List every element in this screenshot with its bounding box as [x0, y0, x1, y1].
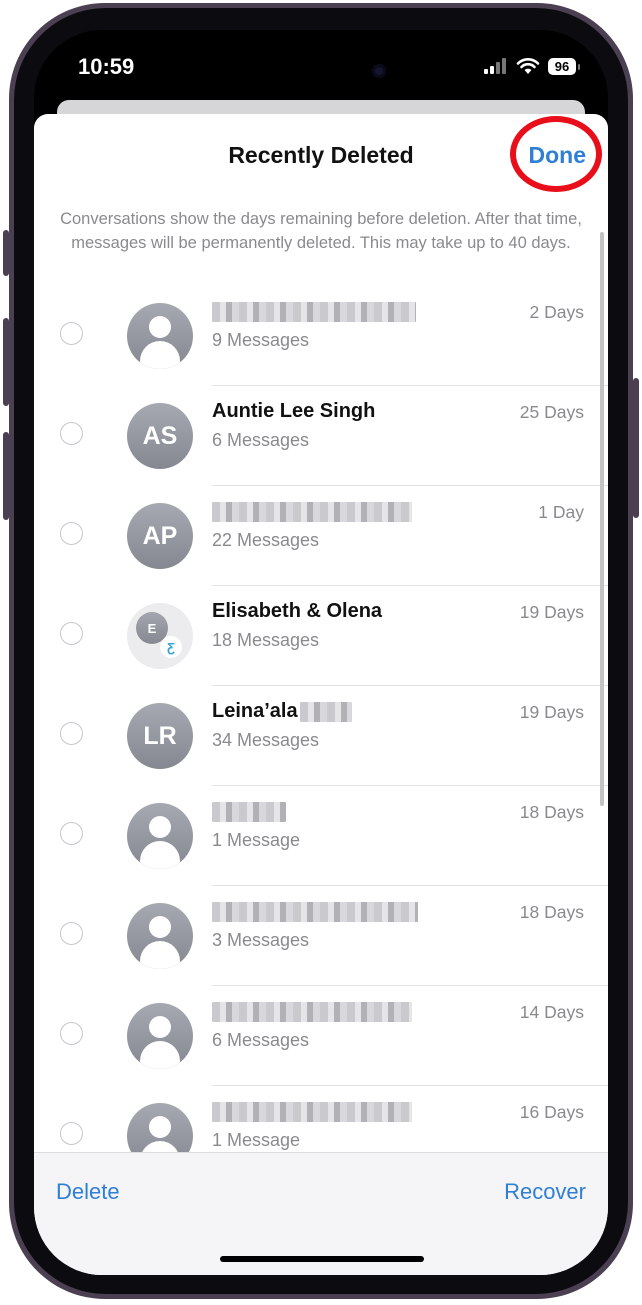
conversation-name	[212, 1000, 412, 1023]
message-count: 1 Message	[212, 830, 301, 850]
message-count: 6 Messages	[212, 430, 310, 450]
message-count: 6 Messages	[212, 1030, 310, 1050]
select-radio[interactable]	[60, 922, 83, 945]
days-remaining: 19 Days	[519, 702, 584, 722]
avatar	[127, 803, 193, 869]
person-icon-body	[140, 941, 180, 969]
bottom-toolbar: Delete Recover	[34, 1152, 608, 1275]
camera-icon	[372, 64, 386, 78]
person-icon	[149, 1016, 171, 1038]
conversation-row[interactable]: 3 Messages 18 Days	[34, 886, 608, 986]
status-indicators: 96	[484, 56, 580, 76]
person-icon-body	[140, 841, 180, 869]
days-remaining: 19 Days	[519, 602, 584, 622]
recently-deleted-sheet: Recently Deleted Done Conversations show…	[34, 114, 608, 1275]
select-radio[interactable]	[60, 422, 83, 445]
avatar	[127, 1003, 193, 1069]
person-icon	[149, 1116, 171, 1138]
message-count: 34 Messages	[212, 730, 320, 750]
select-radio[interactable]	[60, 1122, 83, 1145]
recover-button[interactable]: Recover	[504, 1179, 586, 1205]
days-remaining: 18 Days	[519, 902, 584, 922]
name-visible-part: Leina’ala	[212, 700, 298, 722]
days-remaining: 1 Day	[538, 502, 584, 522]
conversation-row[interactable]: AS Auntie Lee Singh 6 Messages 25 Days	[34, 386, 608, 486]
days-remaining: 25 Days	[519, 402, 584, 422]
person-icon-body	[140, 341, 180, 369]
days-remaining: 16 Days	[519, 1102, 584, 1122]
wifi-icon	[516, 58, 540, 74]
blurred-name	[212, 1101, 412, 1122]
conversation-row[interactable]: 9 Messages 2 Days	[34, 286, 608, 386]
battery-indicator: 96	[548, 57, 580, 75]
avatar: AS	[127, 403, 193, 469]
person-icon	[149, 916, 171, 938]
days-remaining: 14 Days	[519, 1002, 584, 1022]
select-radio[interactable]	[60, 322, 83, 345]
conversation-name	[212, 300, 416, 323]
phone-screen: 10:59 96 Recently Deleted Done Conversat…	[34, 30, 608, 1275]
person-icon-body	[140, 1041, 180, 1069]
conversation-list: 9 Messages 2 Days AS Auntie Lee Singh 6 …	[34, 286, 608, 1186]
message-count: 18 Messages	[212, 630, 320, 650]
home-indicator[interactable]	[220, 1256, 424, 1262]
conversation-row[interactable]: 1 Message 18 Days	[34, 786, 608, 886]
avatar: AP	[127, 503, 193, 569]
select-radio[interactable]	[60, 622, 83, 645]
message-count: 1 Message	[212, 1130, 301, 1150]
avatar: LR	[127, 703, 193, 769]
blurred-name	[212, 1001, 412, 1022]
delete-button[interactable]: Delete	[56, 1179, 120, 1205]
select-radio[interactable]	[60, 522, 83, 545]
blurred-name	[212, 801, 286, 822]
select-radio[interactable]	[60, 722, 83, 745]
days-remaining: 18 Days	[519, 802, 584, 822]
info-text: Conversations show the days remaining be…	[60, 210, 582, 252]
done-button[interactable]: Done	[529, 142, 587, 169]
status-time: 10:59	[78, 54, 135, 79]
conversation-row[interactable]: LR Leina’ala 34 Messages 19 Days	[34, 686, 608, 786]
message-count: 9 Messages	[212, 330, 310, 350]
group-avatar: E Ƹ	[127, 603, 193, 669]
conversation-name	[212, 500, 412, 523]
avatar	[127, 903, 193, 969]
volume-up-button	[3, 318, 9, 406]
conversation-row[interactable]: AP 22 Messages 1 Day	[34, 486, 608, 586]
days-remaining: 2 Days	[529, 302, 584, 322]
person-icon	[149, 816, 171, 838]
butterfly-icon: Ƹ	[160, 636, 182, 658]
volume-down-button	[3, 432, 9, 520]
conversation-name: Elisabeth & Olena	[212, 600, 383, 622]
conversation-name	[212, 900, 418, 923]
blurred-name	[212, 501, 412, 522]
blurred-name	[212, 301, 416, 322]
conversation-row[interactable]: 6 Messages 14 Days	[34, 986, 608, 1086]
action-button	[3, 230, 9, 276]
avatar	[127, 303, 193, 369]
side-button	[633, 378, 639, 518]
conversation-name: Leina’ala	[212, 700, 352, 723]
conversation-row[interactable]: E Ƹ Elisabeth & Olena 18 Messages 19 Day…	[34, 586, 608, 686]
message-count: 3 Messages	[212, 930, 310, 950]
person-icon	[149, 316, 171, 338]
conversation-name: Auntie Lee Singh	[212, 400, 376, 422]
blurred-name	[212, 901, 418, 922]
message-count: 22 Messages	[212, 530, 320, 550]
conversation-name	[212, 1100, 412, 1123]
blurred-name	[299, 701, 352, 722]
scrollbar[interactable]	[600, 232, 604, 806]
select-radio[interactable]	[60, 1022, 83, 1045]
signal-icon	[484, 58, 506, 74]
conversation-name	[212, 800, 286, 823]
select-radio[interactable]	[60, 822, 83, 845]
